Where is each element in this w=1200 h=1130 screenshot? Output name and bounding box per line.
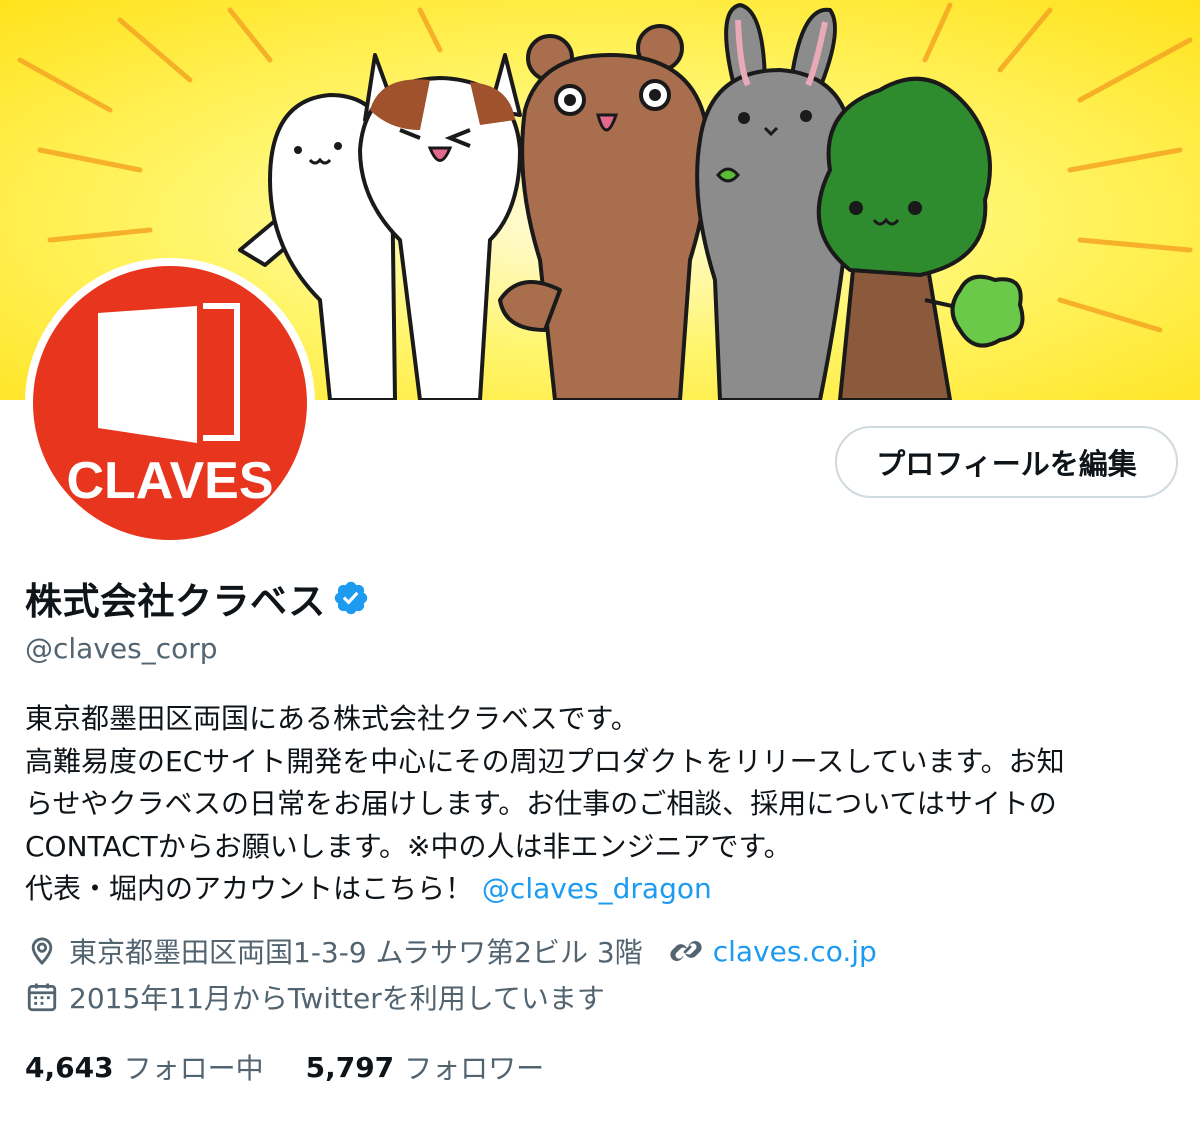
- profile-website-link[interactable]: claves.co.jp: [713, 935, 877, 968]
- followers-link[interactable]: 5,797 フォロワー: [306, 1047, 545, 1087]
- follow-stats: 4,643 フォロー中 5,797 フォロワー: [25, 1046, 544, 1088]
- profile-joined-date: 2015年11月からTwitterを利用しています: [69, 982, 605, 1015]
- avatar-logo-text: CLAVES: [66, 452, 273, 510]
- profile-handle: @claves_corp: [25, 632, 218, 665]
- bio-line-last: 代表・堀内のアカウントはこちら！ @claves_dragon: [25, 868, 1175, 911]
- bio-line: 高難易度のECサイト開発を中心にその周辺プロダクトをリリースしています。お知: [25, 744, 1065, 778]
- profile-location: 東京都墨田区両国1-3-9 ムラサワ第2ビル 3階: [69, 936, 643, 969]
- bio-line: CONTACTからお願いします。※中の人は非エンジニアです。: [25, 829, 792, 863]
- verified-badge-icon[interactable]: [332, 579, 370, 617]
- bio-last-text: 代表・堀内のアカウントはこちら！: [25, 872, 474, 905]
- profile-meta-row: 東京都墨田区両国1-3-9 ムラサワ第2ビル 3階 claves.co.jp: [25, 930, 877, 972]
- link-icon: [669, 934, 703, 968]
- profile-avatar[interactable]: CLAVES: [25, 258, 315, 548]
- edit-profile-button[interactable]: プロフィールを編集: [835, 426, 1178, 498]
- display-name-row: 株式会社クラベス: [25, 574, 370, 623]
- location-pin-icon: [25, 934, 59, 968]
- bio-line: 東京都墨田区両国にある株式会社クラベスです。: [25, 702, 639, 735]
- claves-logo: CLAVES: [33, 266, 307, 540]
- following-link[interactable]: 4,643 フォロー中: [25, 1047, 264, 1087]
- calendar-icon: [25, 980, 59, 1014]
- following-label: フォロー中: [123, 1052, 264, 1085]
- profile-bio: 東京都墨田区両国にある株式会社クラベスです。 高難易度のECサイト開発を中心にそ…: [25, 698, 1175, 911]
- display-name: 株式会社クラベス: [25, 580, 326, 623]
- followers-count: 5,797: [305, 1050, 395, 1084]
- bio-mention-link[interactable]: @claves_dragon: [482, 872, 712, 905]
- bio-line: らせやクラベスの日常をお届けします。お仕事のご相談、採用についてはサイトの: [25, 787, 1057, 820]
- followers-label: フォロワー: [404, 1052, 545, 1085]
- profile-joined-row: 2015年11月からTwitterを利用しています: [25, 976, 605, 1018]
- following-count: 4,643: [25, 1050, 114, 1084]
